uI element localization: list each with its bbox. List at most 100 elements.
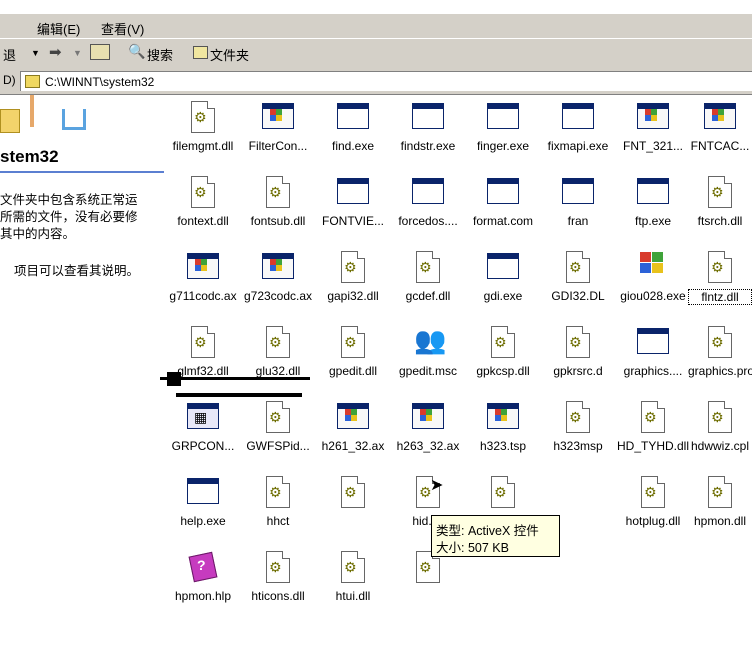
file-label: gpkcsp.dll [476, 364, 530, 378]
file-item[interactable]: g723codc.ax [238, 250, 318, 303]
file-item[interactable]: findstr.exe [388, 100, 468, 153]
file-item[interactable]: finger.exe [463, 100, 543, 153]
file-item[interactable]: fixmapi.exe [538, 100, 618, 153]
file-item[interactable]: 👥 gpedit.msc [388, 325, 468, 378]
forward-dropdown-icon[interactable]: ▼ [73, 48, 82, 58]
file-item[interactable]: h263_32.ax [388, 400, 468, 453]
description-line-3: 其中的内容。 [0, 227, 76, 241]
file-item[interactable]: ⚙ glu32.dll [238, 325, 318, 378]
file-item[interactable]: graphics.... [613, 325, 693, 378]
windows-file-icon [411, 400, 445, 434]
application-icon [486, 250, 520, 284]
file-item[interactable]: ⚙ hpmon.dll [688, 475, 752, 528]
file-label: hhct [266, 514, 290, 528]
file-label: g723codc.ax [243, 289, 313, 303]
file-item[interactable]: ? hpmon.hlp [163, 550, 243, 603]
file-item[interactable]: ⚙ glmf32.dll [163, 325, 243, 378]
file-item[interactable]: h261_32.ax [313, 400, 393, 453]
file-label: gpedit.msc [398, 364, 458, 378]
menu-edit[interactable]: 编辑(E) [37, 19, 80, 38]
up-folder-icon[interactable] [90, 44, 110, 60]
file-item[interactable]: giou028.exe [613, 250, 693, 303]
decor-shape [62, 109, 86, 130]
file-item[interactable]: format.com [463, 175, 543, 228]
file-label: giou028.exe [620, 289, 686, 303]
address-input[interactable]: C:\WINNT\system32 [20, 71, 752, 91]
dll-file-icon: ⚙ [261, 175, 295, 209]
file-label: g711codc.ax [169, 289, 237, 303]
file-item[interactable]: ⚙ hhct [238, 475, 318, 528]
file-item[interactable]: ⚙ flntz.dll [688, 250, 752, 305]
file-item[interactable]: ⚙ GWFSPid... [238, 400, 318, 453]
dll-file-icon: ⚙ [561, 325, 595, 359]
application-icon [336, 175, 370, 209]
file-item[interactable]: FNTCAC... [688, 100, 752, 153]
search-button[interactable]: 搜索 [147, 45, 173, 64]
file-item[interactable]: ⚙ gpedit.dll [313, 325, 393, 378]
file-item[interactable]: ⚙ h323msp [538, 400, 618, 453]
address-path: C:\WINNT\system32 [45, 75, 155, 89]
file-item[interactable]: ⚙ GDI32.DL [538, 250, 618, 303]
dll-file-icon: ⚙ [336, 475, 370, 509]
dll-file-icon: ⚙ [636, 400, 670, 434]
file-item[interactable]: ⚙ gcdef.dll [388, 250, 468, 303]
file-item[interactable]: ⚙ ftsrch.dll [688, 175, 752, 228]
menu-bar: 编辑(E) 查看(V) [0, 14, 752, 38]
windows-file-icon [486, 400, 520, 434]
file-item[interactable]: fran [538, 175, 618, 228]
description-line-2: 所需的文件，没有必要修 [0, 210, 138, 224]
file-item[interactable]: ⚙ hotplug.dll [613, 475, 693, 528]
file-item[interactable]: gdi.exe [463, 250, 543, 303]
application-icon [486, 100, 520, 134]
file-item[interactable]: ⚙ htui.dll [313, 550, 393, 603]
address-bar: D) C:\WINNT\system32 [0, 68, 752, 95]
file-label: ftp.exe [634, 214, 672, 228]
file-item[interactable]: ⚙ gpkrsrc.d [538, 325, 618, 378]
folders-icon[interactable] [193, 46, 208, 59]
file-item[interactable]: h323.tsp [463, 400, 543, 453]
file-label: filemgmt.dll [172, 139, 234, 153]
file-label: fontext.dll [177, 214, 229, 228]
blank-icon [561, 475, 595, 509]
file-item[interactable]: ▦ GRPCON... [163, 400, 243, 453]
forward-arrow-icon[interactable]: ➡ [49, 43, 62, 61]
scribble-mark [176, 393, 302, 397]
folders-button[interactable]: 文件夹 [210, 45, 249, 64]
file-label: hotplug.dll [625, 514, 681, 528]
dll-file-icon: ⚙ [186, 325, 220, 359]
menu-view[interactable]: 查看(V) [101, 19, 144, 38]
file-item[interactable]: ⚙ [313, 475, 393, 514]
back-dropdown-icon[interactable]: ▼ [31, 48, 40, 58]
file-item[interactable]: FilterCon... [238, 100, 318, 153]
file-item[interactable]: ftp.exe [613, 175, 693, 228]
file-item[interactable]: ⚙ hticons.dll [238, 550, 318, 603]
file-item[interactable]: ⚙ hdwwiz.cpl [688, 400, 752, 453]
file-item[interactable]: forcedos.... [388, 175, 468, 228]
back-button[interactable]: 退 [3, 45, 16, 64]
dll-file-icon: ⚙ [261, 325, 295, 359]
dll-file-icon: ⚙ [703, 250, 737, 284]
folder-graphic-icon [0, 109, 20, 133]
file-item[interactable]: FONTVIE... [313, 175, 393, 228]
file-item[interactable]: help.exe [163, 475, 243, 528]
file-item[interactable]: ⚙ fontsub.dll [238, 175, 318, 228]
file-item[interactable]: ⚙ gapi32.dll [313, 250, 393, 303]
file-label: graphics.pro [688, 364, 752, 378]
file-item[interactable]: ⚙ HD_TYHD.dll [613, 400, 693, 453]
file-item[interactable]: FNT_321... [613, 100, 693, 153]
file-item[interactable]: find.exe [313, 100, 393, 153]
search-icon[interactable]: 🔍 [128, 43, 145, 60]
file-item[interactable]: ⚙ filemgmt.dll [163, 100, 243, 153]
file-item[interactable]: ⚙ graphics.pro [688, 325, 752, 378]
file-label: h261_32.ax [321, 439, 385, 453]
file-item[interactable] [538, 475, 618, 514]
tooltip-size: 大小: 507 KB [436, 541, 509, 555]
file-label: h323msp [553, 439, 603, 453]
file-item[interactable]: ⚙ gpkcsp.dll [463, 325, 543, 378]
file-item[interactable]: ⚙ fontext.dll [163, 175, 243, 228]
address-label: D) [3, 73, 16, 87]
dll-file-icon: ⚙ [261, 400, 295, 434]
application-icon [486, 175, 520, 209]
file-item[interactable]: g711codc.ax [163, 250, 243, 303]
dll-file-icon: ⚙ [336, 250, 370, 284]
